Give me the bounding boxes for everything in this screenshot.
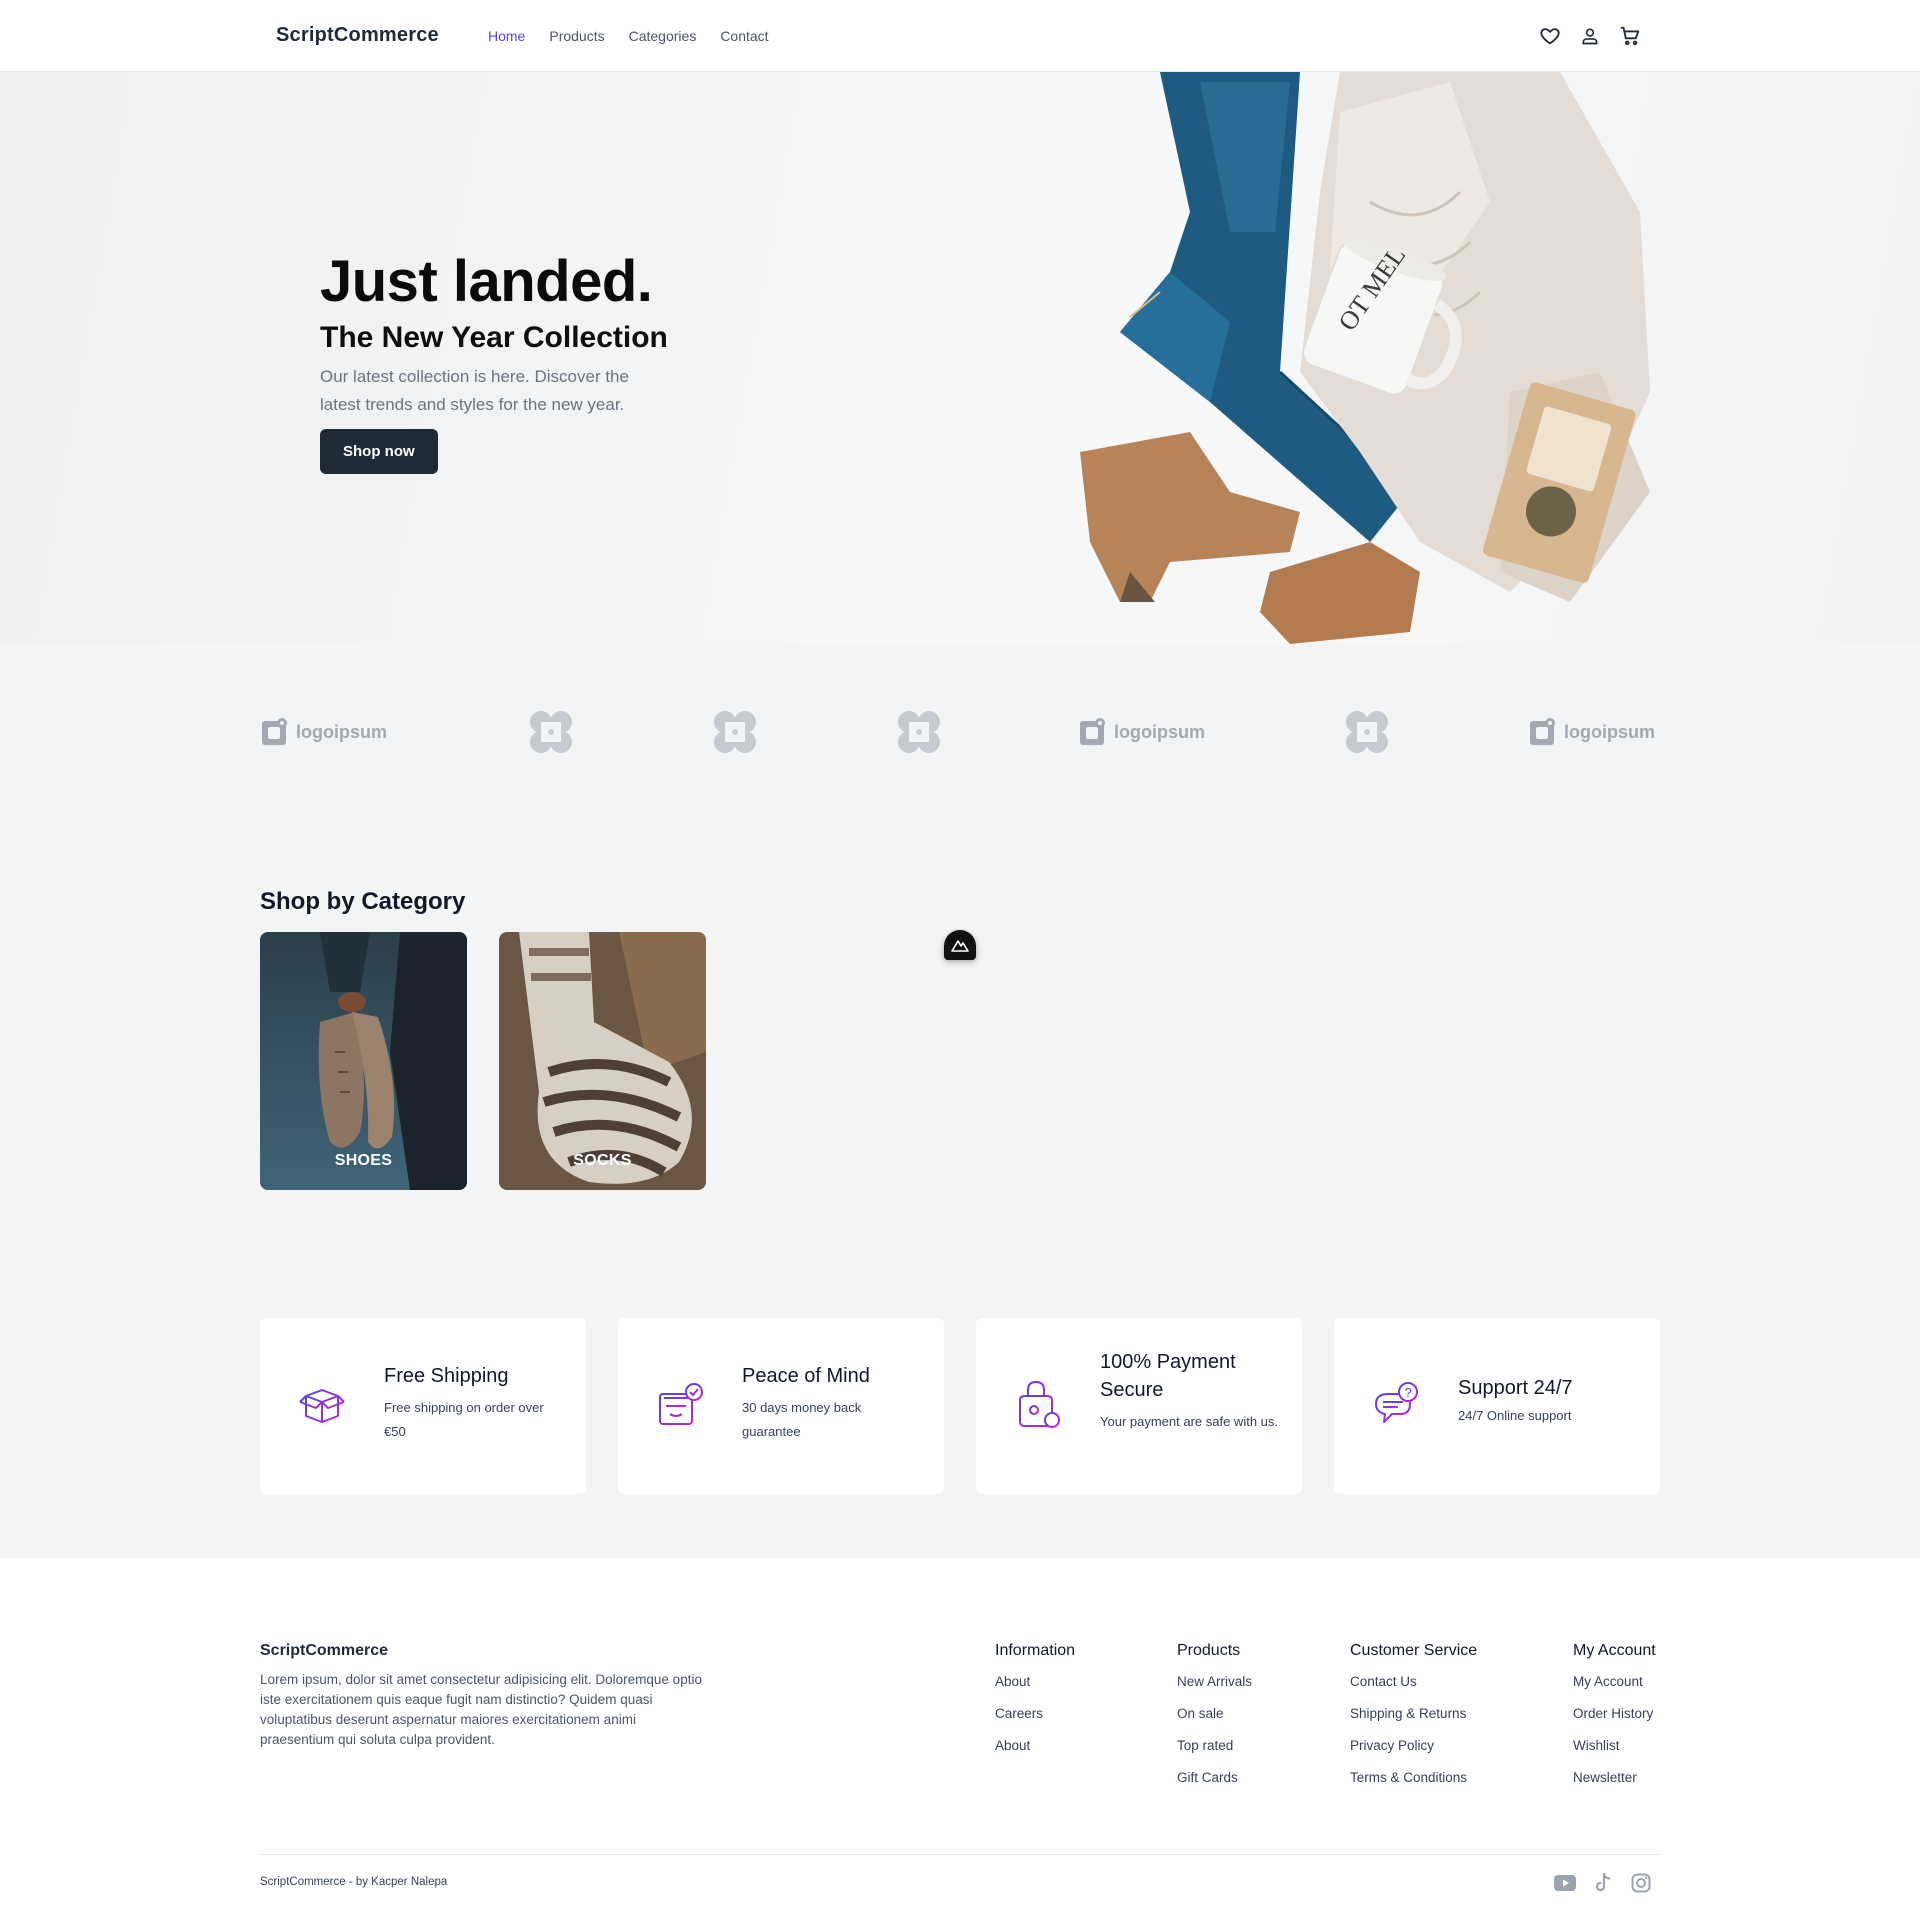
mountain-icon bbox=[951, 940, 969, 952]
nav-products[interactable]: Products bbox=[549, 28, 604, 44]
feature-title: 100% Payment Secure bbox=[1100, 1351, 1236, 1401]
category-section-title: Shop by Category bbox=[260, 888, 466, 915]
footer-link-on-sale[interactable]: On sale bbox=[1177, 1704, 1252, 1724]
feature-text: Free Shipping Free shipping on order ove… bbox=[384, 1362, 564, 1444]
brand-logo[interactable]: ScriptCommerce bbox=[276, 24, 439, 47]
footer-link-privacy-policy[interactable]: Privacy Policy bbox=[1350, 1736, 1477, 1756]
feature-description: Free shipping on order over €50 bbox=[384, 1400, 544, 1439]
support-chat-icon: ? bbox=[1375, 1382, 1418, 1423]
footer-link-contact-us[interactable]: Contact Us bbox=[1350, 1672, 1477, 1692]
logo-text: logoipsum bbox=[296, 721, 387, 742]
heart-icon[interactable] bbox=[1538, 24, 1562, 48]
footer-column-title: Information bbox=[995, 1642, 1076, 1659]
footer-column-title: Customer Service bbox=[1350, 1642, 1478, 1659]
nav-contact[interactable]: Contact bbox=[720, 28, 768, 44]
hero-title: Just landed. bbox=[320, 249, 653, 314]
social-links bbox=[1554, 1872, 1652, 1894]
feature-text: 100% Payment Secure Your payment are saf… bbox=[1100, 1348, 1280, 1434]
youtube-icon[interactable] bbox=[1554, 1872, 1576, 1894]
box-icon bbox=[299, 1389, 345, 1423]
shop-now-button[interactable]: Shop now bbox=[320, 428, 438, 474]
hero-subtitle: The New Year Collection bbox=[320, 320, 668, 354]
site-header: ScriptCommerce Home Products Categories … bbox=[0, 0, 1920, 72]
cart-icon[interactable] bbox=[1618, 24, 1642, 48]
category-card-shoes[interactable]: SHOES bbox=[260, 932, 467, 1190]
instagram-icon[interactable] bbox=[1630, 1872, 1652, 1894]
feature-title: Peace of Mind bbox=[742, 1365, 870, 1387]
feature-description: Your payment are safe with us. bbox=[1100, 1414, 1279, 1429]
feature-title: Free Shipping bbox=[384, 1365, 509, 1387]
footer-divider bbox=[260, 1854, 1660, 1855]
footer-link-newsletter[interactable]: Newsletter bbox=[1573, 1768, 1656, 1788]
footer-link-shipping-returns[interactable]: Shipping & Returns bbox=[1350, 1704, 1477, 1724]
category-card-socks[interactable]: SOCKS bbox=[499, 932, 706, 1190]
nav-home[interactable]: Home bbox=[488, 28, 525, 44]
feature-description: 30 days money back guarantee bbox=[742, 1400, 862, 1439]
feature-card-shipping: Free Shipping Free shipping on order ove… bbox=[260, 1318, 586, 1494]
feature-description: 24/7 Online support bbox=[1458, 1408, 1572, 1423]
logoipsum-mark-logo bbox=[712, 708, 758, 756]
hero-image: OT MEL bbox=[1080, 72, 1650, 644]
footer-link-terms[interactable]: Terms & Conditions bbox=[1350, 1768, 1477, 1788]
header-actions bbox=[1538, 24, 1642, 48]
feature-card-support: ? Support 24/7 24/7 Online support bbox=[1334, 1318, 1660, 1494]
footer-link-gift-cards[interactable]: Gift Cards bbox=[1177, 1768, 1252, 1788]
feature-card-payment-secure: 100% Payment Secure Your payment are saf… bbox=[976, 1318, 1302, 1494]
hero-content: Just landed. The New Year Collection Our… bbox=[320, 249, 740, 474]
logo-text: logoipsum bbox=[1564, 721, 1655, 742]
category-label: SHOES bbox=[334, 1152, 393, 1169]
logoipsum-wordmark-logo: logoipsum bbox=[260, 708, 387, 756]
footer-link-about[interactable]: About bbox=[995, 1672, 1075, 1692]
footer-column-customer-service: Customer Service Contact Us Shipping & R… bbox=[1350, 1642, 1477, 1800]
feature-text: Support 24/7 24/7 Online support bbox=[1458, 1374, 1638, 1428]
feature-title: Support 24/7 bbox=[1458, 1377, 1573, 1399]
user-icon[interactable] bbox=[1578, 24, 1602, 48]
footer-link-careers[interactable]: Careers bbox=[995, 1704, 1075, 1724]
hero-banner: Just landed. The New Year Collection Our… bbox=[0, 72, 1920, 644]
secure-payment-icon bbox=[1019, 1380, 1060, 1428]
feature-card-peace-of-mind: Peace of Mind 30 days money back guarant… bbox=[618, 1318, 944, 1494]
footer-link-wishlist[interactable]: Wishlist bbox=[1573, 1736, 1656, 1756]
devtools-toggle-button[interactable] bbox=[944, 930, 976, 960]
logoipsum-wordmark-logo: logoipsum bbox=[1528, 708, 1655, 756]
footer-link-my-account[interactable]: My Account bbox=[1573, 1672, 1656, 1692]
logoipsum-wordmark-logo: logoipsum bbox=[1078, 708, 1205, 756]
footer-column-my-account: My Account My Account Order History Wish… bbox=[1573, 1642, 1656, 1800]
footer-copyright: ScriptCommerce - by Kacper Nalepa bbox=[260, 1876, 448, 1888]
feature-text: Peace of Mind 30 days money back guarant… bbox=[742, 1362, 922, 1444]
site-footer: ScriptCommerce Lorem ipsum, dolor sit am… bbox=[0, 1558, 1920, 1911]
footer-link-new-arrivals[interactable]: New Arrivals bbox=[1177, 1672, 1252, 1692]
nav-categories[interactable]: Categories bbox=[629, 28, 697, 44]
logo-text: logoipsum bbox=[1114, 721, 1205, 742]
category-label: SOCKS bbox=[573, 1152, 632, 1169]
footer-link-about-2[interactable]: About bbox=[995, 1736, 1075, 1756]
footer-brand: ScriptCommerce bbox=[260, 1642, 389, 1659]
footer-description: Lorem ipsum, dolor sit amet consectetur … bbox=[260, 1672, 702, 1747]
footer-link-order-history[interactable]: Order History bbox=[1573, 1704, 1656, 1724]
logoipsum-mark-logo bbox=[1344, 708, 1390, 756]
footer-column-title: My Account bbox=[1573, 1642, 1656, 1659]
money-back-icon bbox=[659, 1383, 703, 1425]
svg-text:?: ? bbox=[1405, 1385, 1412, 1400]
footer-link-top-rated[interactable]: Top rated bbox=[1177, 1736, 1252, 1756]
partner-logos: logoipsum logoipsum logoipsum bbox=[260, 708, 1660, 758]
hero-description: Our latest collection is here. Discover … bbox=[320, 366, 629, 414]
tiktok-icon[interactable] bbox=[1592, 1872, 1614, 1894]
logoipsum-mark-logo bbox=[896, 708, 942, 756]
main-nav: Home Products Categories Contact bbox=[488, 28, 769, 44]
footer-column-title: Products bbox=[1177, 1642, 1241, 1659]
logoipsum-mark-logo bbox=[528, 708, 574, 756]
footer-column-information: Information About Careers About bbox=[995, 1642, 1075, 1768]
footer-column-products: Products New Arrivals On sale Top rated … bbox=[1177, 1642, 1252, 1800]
